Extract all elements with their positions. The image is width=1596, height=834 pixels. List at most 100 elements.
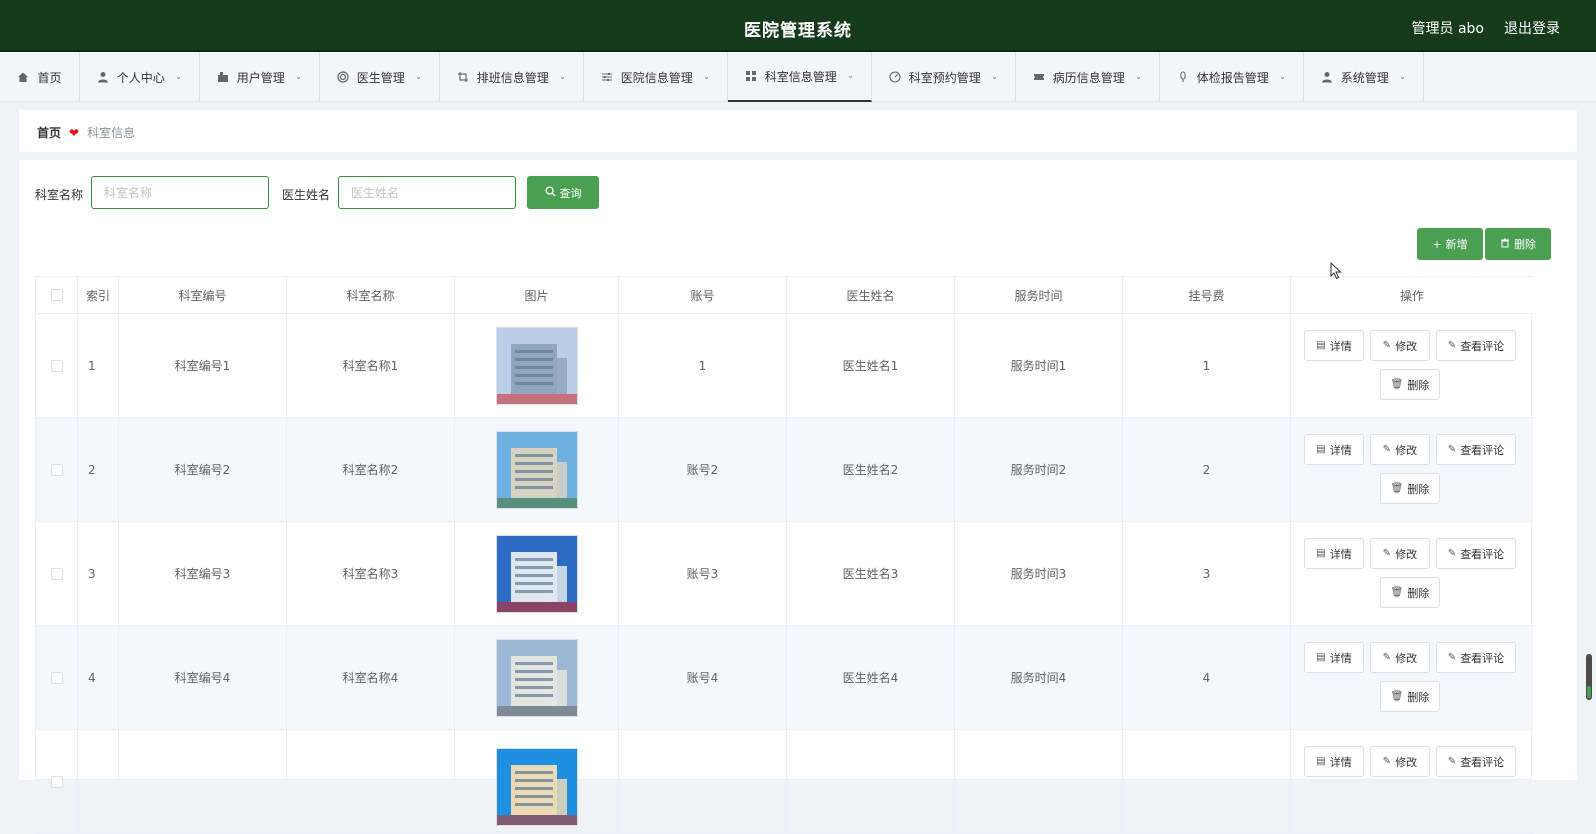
row-name: 科室名称3 xyxy=(287,522,455,625)
edit-button[interactable]: ✎ 修改 xyxy=(1370,434,1430,465)
hospital-thumbnail-image[interactable] xyxy=(495,534,578,613)
row-fee xyxy=(1123,730,1291,833)
row-index: 4 xyxy=(78,626,119,729)
view-comments-button[interactable]: ✎ 查看评论 xyxy=(1436,330,1516,361)
view-comments-button[interactable]: ✎ 查看评论 xyxy=(1436,746,1516,777)
header-fee: 挂号费 xyxy=(1123,277,1291,313)
row-checkbox[interactable] xyxy=(50,463,63,476)
query-button-label: 查询 xyxy=(559,186,582,200)
row-time: 服务时间2 xyxy=(955,418,1123,521)
detail-button[interactable]: ▤ 详情 xyxy=(1304,642,1364,673)
nav-item-dept-appointment-management[interactable]: 科室预约管理 ⌄ xyxy=(872,52,1016,102)
hospital-thumbnail-image[interactable] xyxy=(495,638,578,717)
delete-button[interactable]: 🗑 删除 xyxy=(1380,681,1440,712)
nav-item-system-management[interactable]: 系统管理 ⌄ xyxy=(1304,52,1424,102)
edit-icon: ✎ xyxy=(1382,756,1392,767)
edit-button[interactable]: ✎ 修改 xyxy=(1370,642,1430,673)
row-name: 科室名称4 xyxy=(287,626,455,729)
add-button-label: 新增 xyxy=(1445,238,1468,251)
batch-delete-button[interactable]: 删除 xyxy=(1485,228,1551,260)
edit-button[interactable]: ✎ 修改 xyxy=(1370,330,1430,361)
add-button[interactable]: + 新增 xyxy=(1417,228,1483,260)
plus-icon: + xyxy=(1432,237,1442,251)
row-name: 科室名称1 xyxy=(287,314,455,417)
detail-button[interactable]: ▤ 详情 xyxy=(1304,330,1364,361)
search-icon xyxy=(544,185,556,200)
row-code: 科室编号3 xyxy=(119,522,287,625)
view-comments-button-label: 查看评论 xyxy=(1460,339,1505,353)
row-checkbox[interactable] xyxy=(50,359,63,372)
header-dept-name: 科室名称 xyxy=(287,277,455,313)
detail-button[interactable]: ▤ 详情 xyxy=(1304,746,1364,777)
chevron-down-icon: ⌄ xyxy=(174,72,183,82)
hospital-thumbnail-image[interactable] xyxy=(495,326,578,405)
hospital-thumbnail-image[interactable] xyxy=(495,748,578,826)
row-fee: 4 xyxy=(1123,626,1291,729)
table-row: 2 科室编号2 科室名称2 账号2 医生姓名2 服务时间2 2 ▤ 详情 ✎ 修改 ✎ 查看评论 🗑 删除 xyxy=(36,418,1533,522)
trash-icon: 🗑 xyxy=(1390,483,1404,494)
delete-button[interactable]: 🗑 删除 xyxy=(1380,577,1440,608)
query-button[interactable]: 查询 xyxy=(527,176,599,209)
view-comments-button[interactable]: ✎ 查看评论 xyxy=(1436,538,1516,569)
gauge-icon xyxy=(889,71,901,83)
detail-button[interactable]: ▤ 详情 xyxy=(1304,434,1364,465)
nav-item-doctor-management[interactable]: 医生管理 ⌄ xyxy=(320,52,440,102)
detail-button[interactable]: ▤ 详情 xyxy=(1304,538,1364,569)
row-checkbox[interactable] xyxy=(50,567,63,580)
row-index: 3 xyxy=(78,522,119,625)
doctor-name-input[interactable] xyxy=(338,176,516,209)
nav-label: 系统管理 xyxy=(1340,70,1389,85)
nav-item-personal-center[interactable]: 个人中心 ⌄ xyxy=(80,52,200,102)
nav-item-medical-record-management[interactable]: 病历信息管理 ⌄ xyxy=(1016,52,1160,102)
header-service-time: 服务时间 xyxy=(955,277,1123,313)
delete-button[interactable]: 🗑 删除 xyxy=(1380,369,1440,400)
detail-button-label: 详情 xyxy=(1329,651,1352,665)
dept-name-input[interactable] xyxy=(91,176,269,209)
edit-button[interactable]: ✎ 修改 xyxy=(1370,746,1430,777)
select-all-checkbox[interactable] xyxy=(50,289,63,301)
delete-button-label: 删除 xyxy=(1407,378,1430,392)
sliders-icon xyxy=(601,71,613,83)
edit-button[interactable]: ✎ 修改 xyxy=(1370,538,1430,569)
detail-button-label: 详情 xyxy=(1329,547,1352,561)
delete-button[interactable]: 🗑 删除 xyxy=(1380,473,1440,504)
nav-item-schedule-management[interactable]: 排班信息管理 ⌄ xyxy=(440,52,584,102)
nav-label: 医院信息管理 xyxy=(620,70,693,85)
row-image-cell xyxy=(455,314,619,417)
edit-icon: ✎ xyxy=(1382,444,1392,455)
nav-item-dept-info-management[interactable]: 科室信息管理 ⌄ xyxy=(728,52,872,102)
dept-table: 索引 科室编号 科室名称 图片 账号 医生姓名 服务时间 挂号费 操作 1 科室编… xyxy=(35,276,1533,834)
crop-icon xyxy=(457,71,469,83)
view-comments-button[interactable]: ✎ 查看评论 xyxy=(1436,642,1516,673)
row-doctor: 医生姓名1 xyxy=(787,314,955,417)
file-icon: ▤ xyxy=(1316,652,1326,663)
edit-icon: ✎ xyxy=(1447,548,1457,559)
circle-icon xyxy=(337,71,349,83)
nav-item-checkup-report-management[interactable]: 体检报告管理 ⌄ xyxy=(1160,52,1304,102)
row-index: 1 xyxy=(78,314,119,417)
view-comments-button[interactable]: ✎ 查看评论 xyxy=(1436,434,1516,465)
file-icon: ▤ xyxy=(1316,340,1326,351)
header-doctor-name: 医生姓名 xyxy=(787,277,955,313)
delete-button-label: 删除 xyxy=(1407,586,1430,600)
nav-item-home[interactable]: 首页 xyxy=(0,52,80,102)
nav-item-hospital-info-management[interactable]: 医院信息管理 ⌄ xyxy=(584,52,728,102)
nav-item-user-management[interactable]: 用户管理 ⌄ xyxy=(200,52,320,102)
row-checkbox[interactable] xyxy=(50,775,63,788)
row-doctor xyxy=(787,730,955,833)
logout-button[interactable]: 退出登录 xyxy=(1504,18,1560,38)
chevron-down-icon: ⌄ xyxy=(558,72,567,82)
table-row: ▤ 详情 ✎ 修改 ✎ 查看评论 xyxy=(36,730,1533,834)
nav-label: 个人中心 xyxy=(116,70,165,85)
view-comments-button-label: 查看评论 xyxy=(1460,547,1505,561)
hospital-thumbnail-image[interactable] xyxy=(495,430,578,509)
row-actions: ▤ 详情 ✎ 修改 ✎ 查看评论 🗑 删除 xyxy=(1288,418,1532,521)
row-checkbox[interactable] xyxy=(50,671,63,684)
row-index xyxy=(78,730,119,833)
header-dept-code: 科室编号 xyxy=(119,277,287,313)
breadcrumb-home[interactable]: 首页 xyxy=(37,124,61,141)
edit-icon: ✎ xyxy=(1447,340,1457,351)
header-index: 索引 xyxy=(78,277,119,313)
row-checkbox-cell xyxy=(36,522,78,625)
row-name: 科室名称2 xyxy=(287,418,455,521)
